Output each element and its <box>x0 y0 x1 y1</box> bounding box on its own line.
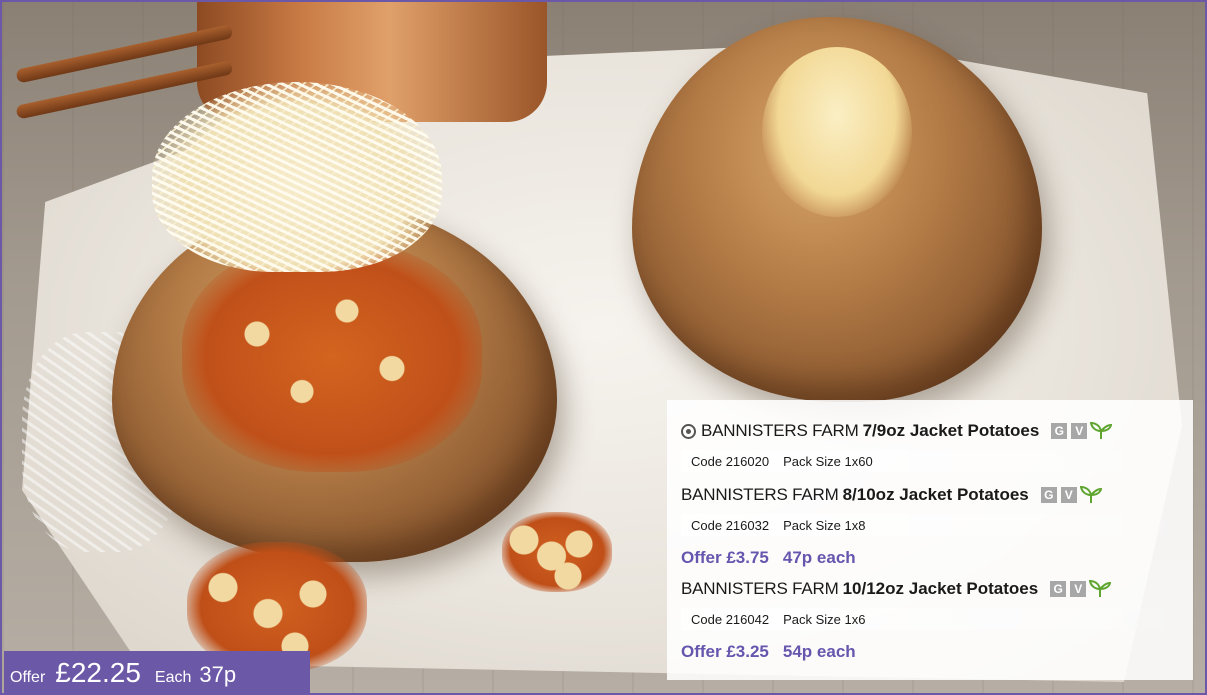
offer-row: Offer £3.75 47p each <box>681 546 1193 570</box>
product-code: Code 216042 <box>691 611 770 627</box>
camera-icon <box>681 423 696 439</box>
pack-size: Pack Size 1x60 <box>783 453 873 469</box>
offer-label: Offer <box>10 669 46 686</box>
gluten-free-badge: G <box>1051 423 1068 439</box>
product-code-row: Code 216032 Pack Size 1x8 <box>681 514 1193 536</box>
product-info-panel: BANNISTERS FARM 7/9oz Jacket Potatoes G … <box>667 400 1193 680</box>
pack-size: Pack Size 1x6 <box>783 611 866 627</box>
vegetarian-badge: V <box>1070 581 1087 597</box>
vegetarian-badge: V <box>1071 423 1088 439</box>
vegetarian-badge: V <box>1060 487 1077 503</box>
product-brand: BANNISTERS FARM <box>681 579 839 598</box>
product-code-row: Code 216042 Pack Size 1x6 <box>681 608 1193 630</box>
each-label: Each <box>154 669 192 686</box>
product-code: Code 216020 <box>691 453 770 469</box>
product-code-row: Code 216020 Pack Size 1x60 <box>681 450 1193 472</box>
product-name: 10/12oz Jacket Potatoes <box>842 579 1039 598</box>
offer-price: Offer £3.25 <box>681 642 769 661</box>
offer-price: Offer £3.75 <box>681 548 769 567</box>
product-name: 7/9oz Jacket Potatoes <box>862 421 1040 440</box>
unit-price: 54p each <box>782 642 856 661</box>
potato-fluffy-centre <box>762 47 912 217</box>
offer-total-price: £22.25 <box>55 657 141 688</box>
product-title: BANNISTERS FARM 10/12oz Jacket Potatoes … <box>681 576 1193 602</box>
unit-price: 47p each <box>782 548 856 567</box>
grated-cheese-topping <box>152 82 442 272</box>
vegan-sprout-icon <box>1089 580 1112 597</box>
product-title: BANNISTERS FARM 7/9oz Jacket Potatoes G … <box>681 418 1193 444</box>
product-entry: BANNISTERS FARM 8/10oz Jacket Potatoes G… <box>681 482 1193 570</box>
spilled-beans <box>502 512 612 592</box>
product-title: BANNISTERS FARM 8/10oz Jacket Potatoes G… <box>681 482 1193 508</box>
product-entry: BANNISTERS FARM 7/9oz Jacket Potatoes G … <box>681 418 1193 472</box>
offer-row: Offer £3.25 54p each <box>681 640 1193 664</box>
vegan-sprout-icon <box>1090 422 1113 439</box>
gluten-free-badge: G <box>1040 487 1057 503</box>
product-brand: BANNISTERS FARM <box>681 485 839 504</box>
vegan-sprout-icon <box>1079 486 1102 503</box>
gluten-free-badge: G <box>1050 581 1067 597</box>
product-code: Code 216032 <box>691 517 770 533</box>
product-name: 8/10oz Jacket Potatoes <box>842 485 1029 504</box>
product-brand: BANNISTERS FARM <box>701 421 859 440</box>
product-entry: BANNISTERS FARM 10/12oz Jacket Potatoes … <box>681 576 1193 664</box>
pack-size: Pack Size 1x8 <box>783 517 866 533</box>
each-price: 37p <box>199 662 237 687</box>
baked-beans-filling <box>182 242 482 472</box>
product-page: BANNISTERS FARM 7/9oz Jacket Potatoes G … <box>0 0 1207 695</box>
offer-tag: Offer £22.25 Each 37p <box>4 651 310 693</box>
